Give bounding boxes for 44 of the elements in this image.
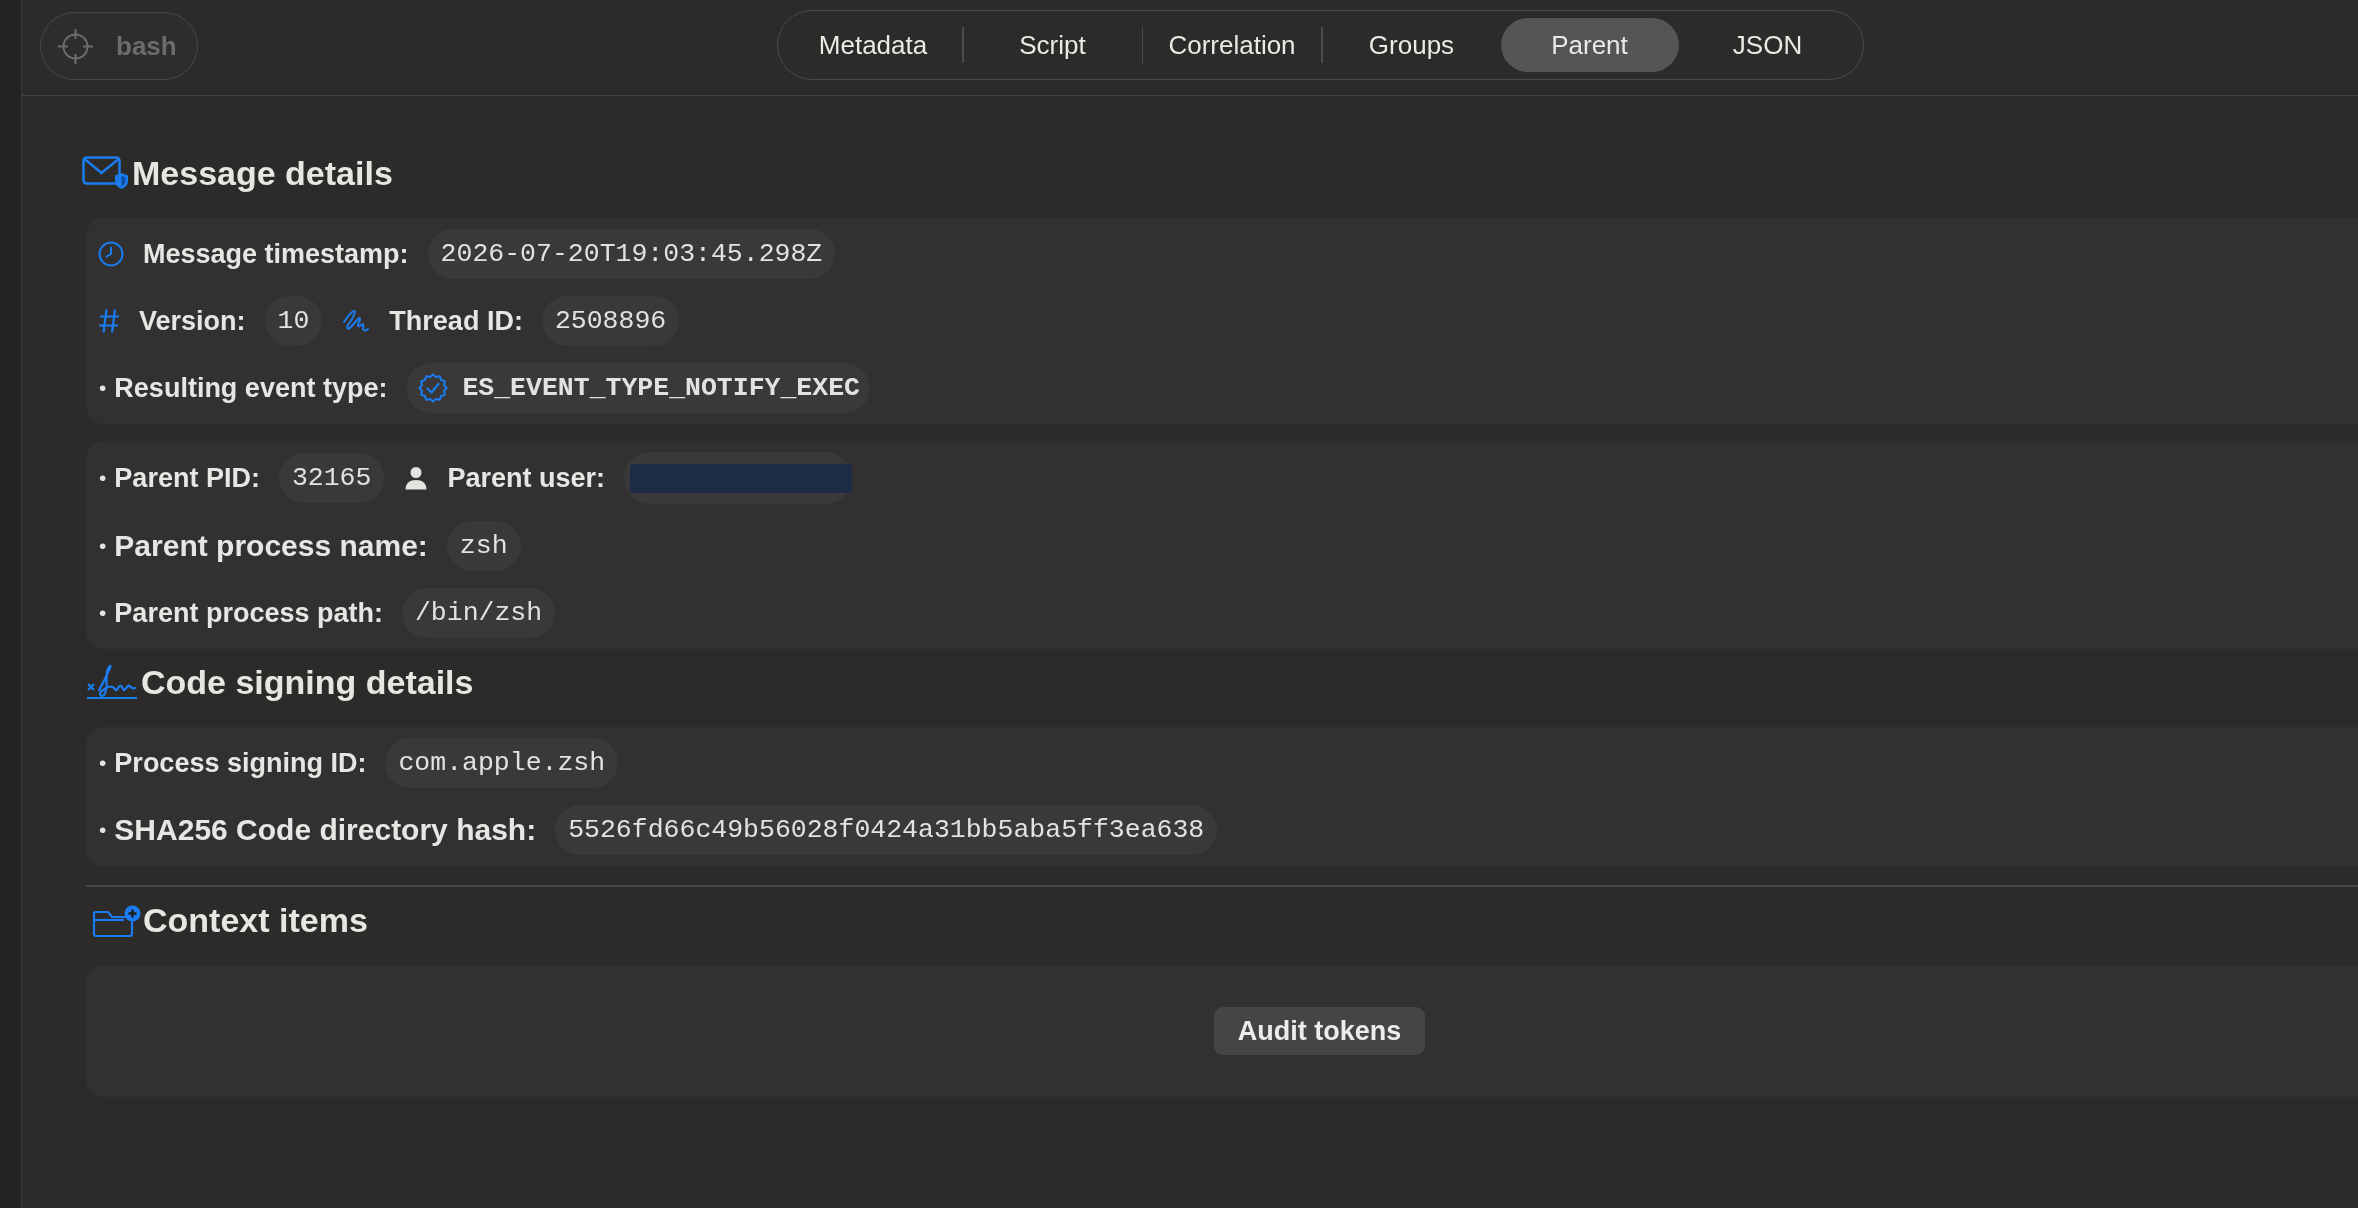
person-icon — [404, 466, 429, 490]
field-label: Parent user: — [447, 462, 605, 494]
clock-icon — [98, 241, 124, 267]
tab[interactable]: Groups — [1322, 18, 1501, 72]
field-value: zsh — [446, 521, 521, 571]
field-label: Thread ID: — [389, 305, 523, 337]
tab[interactable]: Script — [963, 18, 1142, 72]
hash-icon — [98, 308, 120, 334]
field-value: 32165 — [278, 453, 385, 503]
field-label: Parent PID: — [114, 462, 260, 494]
tab[interactable]: Metadata — [784, 18, 962, 72]
field-label: Parent process path: — [114, 597, 383, 629]
folder-plus-icon — [92, 904, 141, 937]
field-value: com.apple.zsh — [385, 738, 619, 788]
bullet: • — [99, 601, 107, 625]
field-value: ES_EVENT_TYPE_NOTIFY_EXEC — [462, 373, 860, 403]
field-value: 2026-07-20T19:03:45.298Z — [427, 229, 836, 279]
field-label: Message timestamp: — [143, 238, 409, 270]
audit-button[interactable]: Audit tokens — [1213, 1007, 1426, 1055]
bullet: • — [99, 466, 107, 490]
bullet: • — [99, 376, 107, 400]
bullet: • — [99, 534, 107, 558]
scribble-icon — [342, 309, 371, 333]
field-value: /bin/zsh — [401, 588, 556, 638]
section-title: Code signing details — [141, 662, 474, 702]
field-label: Process signing ID: — [114, 747, 367, 779]
bullet: • — [99, 751, 107, 775]
field-value: 2508896 — [541, 296, 680, 346]
tab[interactable]: Correlation — [1143, 18, 1321, 72]
section-title: Context items — [143, 901, 368, 940]
verified-badge-icon — [418, 373, 449, 403]
field-value: 10 — [264, 296, 323, 346]
crosshair-icon — [57, 27, 94, 65]
field-label: Resulting event type: — [114, 372, 388, 404]
tab[interactable]: JSON — [1678, 18, 1857, 72]
signature-icon — [86, 664, 138, 700]
bullet: • — [99, 818, 107, 842]
field-label: Parent process name: — [114, 529, 428, 563]
tab[interactable]: Parent — [1500, 18, 1679, 72]
section-title: Message details — [132, 153, 393, 193]
field-value: 5526fd66c49b56028f0424a31bb5aba5ff3ea638 — [555, 805, 1218, 855]
envelope-shield-icon — [82, 156, 130, 190]
field-label: SHA256 Code directory hash: — [114, 813, 537, 847]
field-label: Version: — [139, 305, 246, 337]
